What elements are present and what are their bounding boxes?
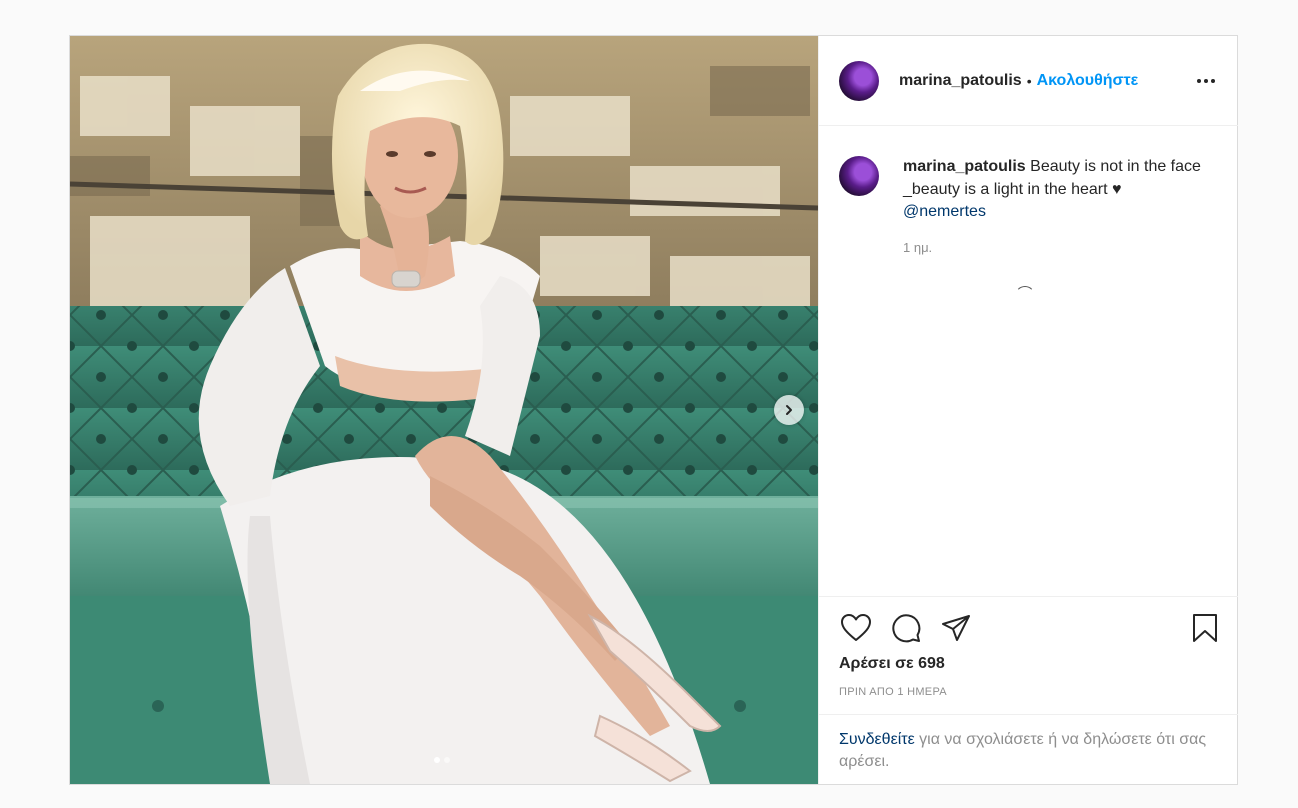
- share-button[interactable]: [939, 611, 973, 645]
- post-media[interactable]: [70, 36, 818, 784]
- caption-time[interactable]: 1 ημ.: [903, 240, 932, 255]
- post-photo: [70, 36, 818, 784]
- carousel-dot-1: [434, 757, 440, 763]
- carousel-dot-2: [444, 757, 450, 763]
- caption-avatar[interactable]: [839, 156, 879, 196]
- post-card: marina_patoulis • Ακολουθήστε marina_pat…: [69, 35, 1238, 785]
- caption-username[interactable]: marina_patoulis: [903, 158, 1026, 175]
- caption-mention[interactable]: @nemertes: [903, 203, 986, 220]
- login-prompt-text: Συνδεθείτε για να σχολιάσετε ή να δηλώσε…: [839, 729, 1219, 773]
- carousel-next-button[interactable]: [774, 395, 804, 425]
- post-actions: Αρέσει σε 698 ΠΡΙΝ ΑΠΟ 1 ΗΜΕΡΑ: [819, 596, 1238, 715]
- loading-spinner-icon: [1015, 286, 1035, 306]
- header-username[interactable]: marina_patoulis: [899, 72, 1022, 90]
- heart-icon: [841, 614, 871, 641]
- likes-count[interactable]: Αρέσει σε 698: [839, 655, 945, 673]
- more-options-icon[interactable]: [1194, 71, 1218, 91]
- login-link[interactable]: Συνδεθείτε: [839, 731, 915, 748]
- comment-icon: [892, 614, 921, 643]
- follow-button[interactable]: Ακολουθήστε: [1037, 72, 1139, 90]
- login-prompt: Συνδεθείτε για να σχολιάσετε ή να δηλώσε…: [819, 714, 1238, 785]
- like-button[interactable]: [839, 611, 873, 645]
- caption: marina_patoulis Beauty is not in the fac…: [839, 156, 1203, 224]
- save-button[interactable]: [1188, 611, 1222, 645]
- header-separator: •: [1026, 72, 1032, 89]
- bookmark-icon: [1193, 614, 1217, 642]
- comment-button[interactable]: [889, 611, 923, 645]
- caption-text: marina_patoulis Beauty is not in the fac…: [903, 156, 1203, 224]
- carousel-indicator: [434, 757, 450, 763]
- chevron-right-icon: [786, 405, 792, 415]
- post-header: marina_patoulis • Ακολουθήστε: [819, 36, 1238, 126]
- comments-section: marina_patoulis Beauty is not in the fac…: [819, 126, 1238, 596]
- share-icon: [942, 615, 970, 641]
- post-side-panel: marina_patoulis • Ακολουθήστε marina_pat…: [818, 36, 1238, 784]
- avatar[interactable]: [839, 60, 879, 101]
- post-timestamp[interactable]: ΠΡΙΝ ΑΠΟ 1 ΗΜΕΡΑ: [839, 686, 947, 698]
